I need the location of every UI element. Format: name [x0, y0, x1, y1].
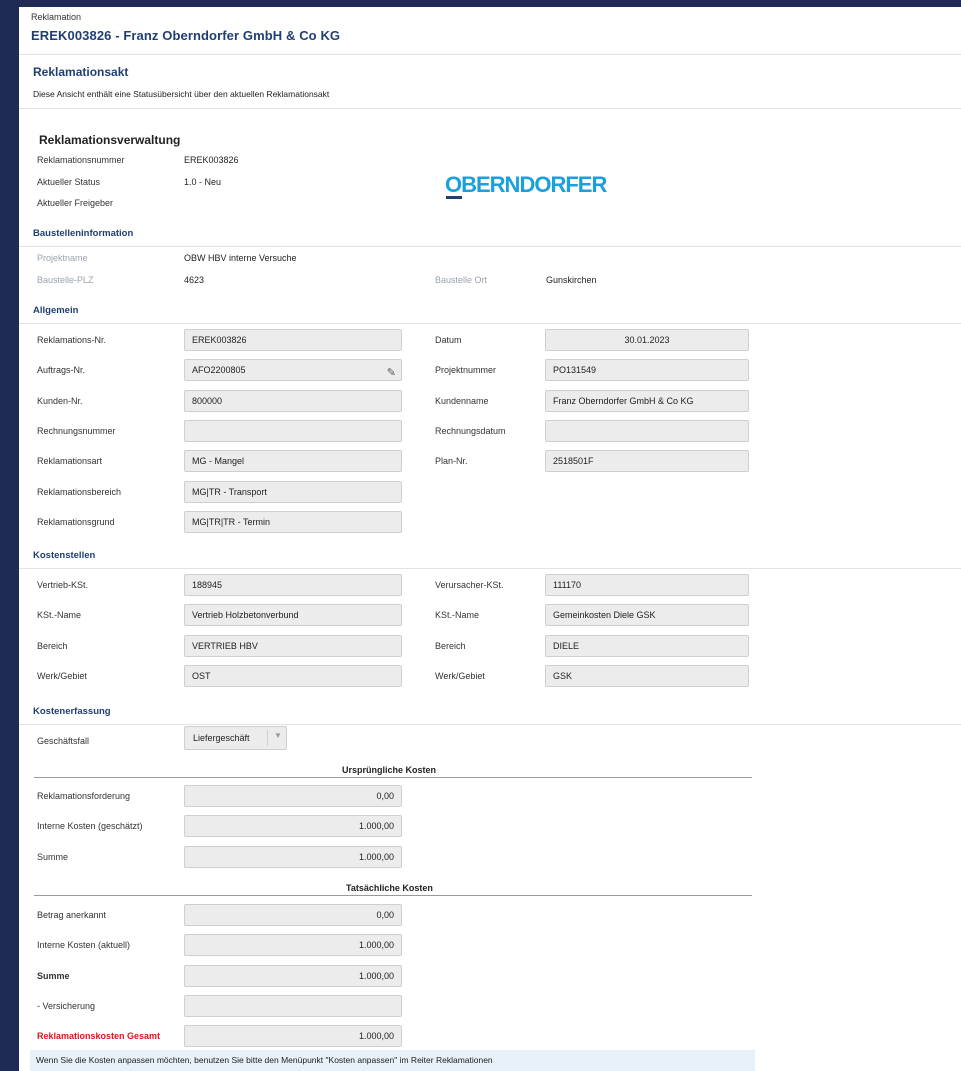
cost-centers-section-title: Kostenstellen [33, 550, 96, 561]
business-case-label: Geschäftsfall [37, 736, 90, 746]
sales-cost-center-label: Vertrieb-KSt. [37, 580, 89, 590]
sales-plant-label: Werk/Gebiet [37, 671, 87, 681]
complaint-type-label: Reklamationsart [37, 456, 103, 466]
customer-name-label: Kundenname [435, 396, 489, 406]
pencil-icon[interactable]: ✎ [387, 363, 396, 380]
complaint-reason-label: Reklamationsgrund [37, 517, 115, 527]
internal-costs-actual-field[interactable]: 1.000,00 [184, 934, 402, 956]
customer-name-field[interactable]: Franz Oberndorfer GmbH & Co KG [545, 390, 749, 412]
costs-section-title: Kostenerfassung [33, 706, 111, 717]
date-label: Datum [435, 335, 462, 345]
section-title: Reklamationsakt [33, 65, 129, 79]
complaint-type-field[interactable]: MG - Mangel [184, 450, 402, 472]
management-title: Reklamationsverwaltung [39, 133, 181, 147]
complaint-area-label: Reklamationsbereich [37, 487, 122, 497]
approver-label: Aktueller Freigeber [37, 198, 114, 208]
causer-cost-center-name-label: KSt.-Name [435, 610, 480, 620]
project-value: OBW HBV interne Versuche [184, 253, 297, 263]
customer-number-field[interactable]: 800000 [184, 390, 402, 412]
internal-costs-actual-label: Interne Kosten (aktuell) [37, 940, 131, 950]
project-label: Projektname [37, 253, 88, 263]
subheader-line [34, 895, 752, 896]
original-costs-title: Ursprüngliche Kosten [342, 765, 437, 775]
status-label: Aktueller Status [37, 177, 101, 187]
divider [19, 108, 961, 109]
complaint-number-field[interactable]: EREK003826 [184, 329, 402, 351]
section-description: Diese Ansicht enthält eine Statusübersic… [33, 89, 330, 99]
general-section-title: Allgemein [33, 305, 79, 316]
zip-label: Baustelle-PLZ [37, 275, 94, 285]
business-case-select[interactable]: Liefergeschäft ▼ [184, 726, 287, 750]
invoice-number-field[interactable] [184, 420, 402, 442]
causer-plant-field[interactable]: GSK [545, 665, 749, 687]
order-number-field[interactable]: AFO2200805 ✎ [184, 359, 402, 381]
causer-cost-center-field[interactable]: 111170 [545, 574, 749, 596]
reklamation-panel: Reklamation EREK003826 - Franz Oberndorf… [19, 7, 961, 1071]
original-sum-field[interactable]: 1.000,00 [184, 846, 402, 868]
record-title: EREK003826 - Franz Oberndorfer GmbH & Co… [31, 28, 341, 43]
actual-sum-field[interactable]: 1.000,00 [184, 965, 402, 987]
divider [19, 724, 961, 725]
complaint-area-field[interactable]: MG|TR - Transport [184, 481, 402, 503]
invoice-number-label: Rechnungsnummer [37, 426, 116, 436]
city-label: Baustelle Ort [435, 275, 488, 285]
sales-area-field[interactable]: VERTRIEB HBV [184, 635, 402, 657]
insurance-field[interactable] [184, 995, 402, 1017]
sales-plant-field[interactable]: OST [184, 665, 402, 687]
causer-cost-center-name-field[interactable]: Gemeinkosten Diele GSK [545, 604, 749, 626]
plan-number-field[interactable]: 2518501F [545, 450, 749, 472]
sales-cost-center-field[interactable]: 188945 [184, 574, 402, 596]
customer-number-label: Kunden-Nr. [37, 396, 83, 406]
oberndorfer-logo: OBERNDORFER [445, 172, 607, 197]
claim-demand-label: Reklamationsforderung [37, 791, 131, 801]
divider [19, 246, 961, 247]
breadcrumb[interactable]: Reklamation [31, 12, 81, 22]
site-section-title: Baustelleninformation [33, 228, 134, 239]
causer-cost-center-label: Verursacher-KSt. [435, 580, 504, 590]
divider [19, 568, 961, 569]
chevron-down-icon[interactable]: ▼ [274, 731, 282, 740]
sales-area-label: Bereich [37, 641, 68, 651]
original-sum-label: Summe [37, 852, 69, 862]
total-complaint-costs-field[interactable]: 1.000,00 [184, 1025, 402, 1047]
internal-costs-estimated-field[interactable]: 1.000,00 [184, 815, 402, 837]
logo-underline [446, 196, 462, 199]
project-number-field[interactable]: PO131549 [545, 359, 749, 381]
city-value: Gunskirchen [546, 275, 597, 285]
sales-cost-center-name-label: KSt.-Name [37, 610, 82, 620]
plan-number-label: Plan-Nr. [435, 456, 468, 466]
causer-area-field[interactable]: DIELE [545, 635, 749, 657]
actual-sum-label: Summe [37, 971, 70, 981]
number-label: Reklamationsnummer [37, 155, 125, 165]
info-note: Wenn Sie die Kosten anpassen möchten, be… [30, 1050, 755, 1071]
insurance-label: - Versicherung [37, 1001, 96, 1011]
date-field[interactable]: 30.01.2023 [545, 329, 749, 351]
divider [19, 54, 961, 55]
number-value: EREK003826 [184, 155, 239, 165]
select-separator [267, 730, 268, 746]
causer-area-label: Bereich [435, 641, 466, 651]
order-number-label: Auftrags-Nr. [37, 365, 86, 375]
claim-demand-field[interactable]: 0,00 [184, 785, 402, 807]
order-number-value: AFO2200805 [192, 365, 246, 375]
business-case-value: Liefergeschäft [193, 733, 250, 743]
total-complaint-costs-label: Reklamationskosten Gesamt [37, 1031, 161, 1041]
invoice-date-label: Rechnungsdatum [435, 426, 506, 436]
accepted-amount-label: Betrag anerkannt [37, 910, 107, 920]
invoice-date-field[interactable] [545, 420, 749, 442]
complaint-reason-field[interactable]: MG|TR|TR - Termin [184, 511, 402, 533]
accepted-amount-field[interactable]: 0,00 [184, 904, 402, 926]
causer-plant-label: Werk/Gebiet [435, 671, 485, 681]
internal-costs-estimated-label: Interne Kosten (geschätzt) [37, 821, 143, 831]
status-value: 1.0 - Neu [184, 177, 222, 187]
divider [19, 323, 961, 324]
actual-costs-title: Tatsächliche Kosten [346, 883, 433, 893]
zip-value: 4623 [184, 275, 205, 285]
subheader-line [34, 777, 752, 778]
sales-cost-center-name-field[interactable]: Vertrieb Holzbetonverbund [184, 604, 402, 626]
complaint-number-label: Reklamations-Nr. [37, 335, 107, 345]
project-number-label: Projektnummer [435, 365, 497, 375]
